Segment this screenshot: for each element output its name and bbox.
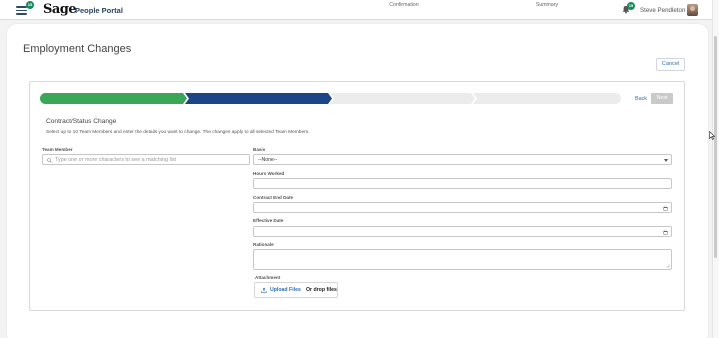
team-member-label: Team Member	[42, 147, 73, 152]
resize-handle-icon[interactable]	[666, 264, 670, 268]
chevron-down-icon	[664, 158, 668, 162]
menu-bar-line	[16, 9, 27, 12]
step-summary-label: Summary	[535, 2, 559, 8]
effective-date-input[interactable]	[253, 226, 672, 237]
wizard-progress-bar	[40, 93, 621, 104]
rationale-label: Rationale	[253, 242, 274, 247]
step-3-pending	[330, 93, 475, 104]
notifications-badge: 15	[627, 2, 635, 10]
avatar[interactable]	[687, 4, 698, 16]
step-details-label: Details	[251, 2, 267, 8]
contract-end-date-input[interactable]	[253, 202, 672, 213]
team-member-field[interactable]	[42, 154, 250, 165]
file-drop-zone[interactable]: Upload Files Or drop files	[254, 282, 338, 298]
step-4-pending	[473, 93, 621, 104]
upload-files-button[interactable]: Upload Files	[270, 287, 301, 293]
calendar-icon[interactable]	[663, 206, 668, 211]
scrollbar-thumb[interactable]	[714, 36, 717, 258]
drop-files-text: Or drop files	[306, 287, 337, 293]
step-2-active	[185, 93, 332, 104]
back-button[interactable]: Back	[635, 96, 647, 102]
team-member-input[interactable]	[55, 156, 245, 164]
menu-bar-line	[16, 13, 27, 15]
cancel-button[interactable]: Cancel	[656, 58, 685, 71]
mouse-cursor-icon	[709, 131, 715, 140]
upload-icon	[261, 287, 267, 293]
step-1-completed	[40, 93, 187, 104]
basis-label: Basis	[253, 147, 266, 152]
user-name[interactable]: Steve Pendleton	[640, 7, 685, 14]
search-icon	[47, 157, 52, 163]
step-confirmation-label: Confirmation	[389, 2, 419, 8]
section-title: Contract/Status Change	[46, 118, 117, 125]
calendar-icon[interactable]	[663, 230, 668, 235]
next-button[interactable]: Next	[651, 93, 673, 104]
effective-date-label: Effective Date	[253, 218, 284, 223]
rationale-textarea[interactable]	[253, 249, 672, 270]
menu-badge: 15	[26, 1, 34, 9]
app-title[interactable]: People Portal	[75, 6, 123, 15]
hours-worked-input[interactable]	[253, 178, 672, 189]
basis-value: --None--	[258, 156, 278, 163]
wizard-panel	[29, 81, 685, 311]
contract-end-date-label: Contract End Date	[253, 195, 294, 200]
attachment-label: Attachment	[255, 275, 281, 280]
basis-select[interactable]: --None--	[253, 154, 672, 165]
page-title: Employment Changes	[23, 43, 132, 55]
section-description: Select up to 10 Team Members and enter t…	[46, 130, 310, 135]
hours-worked-label: Hours Worked	[253, 171, 285, 176]
sage-logo: Sage	[43, 2, 77, 17]
